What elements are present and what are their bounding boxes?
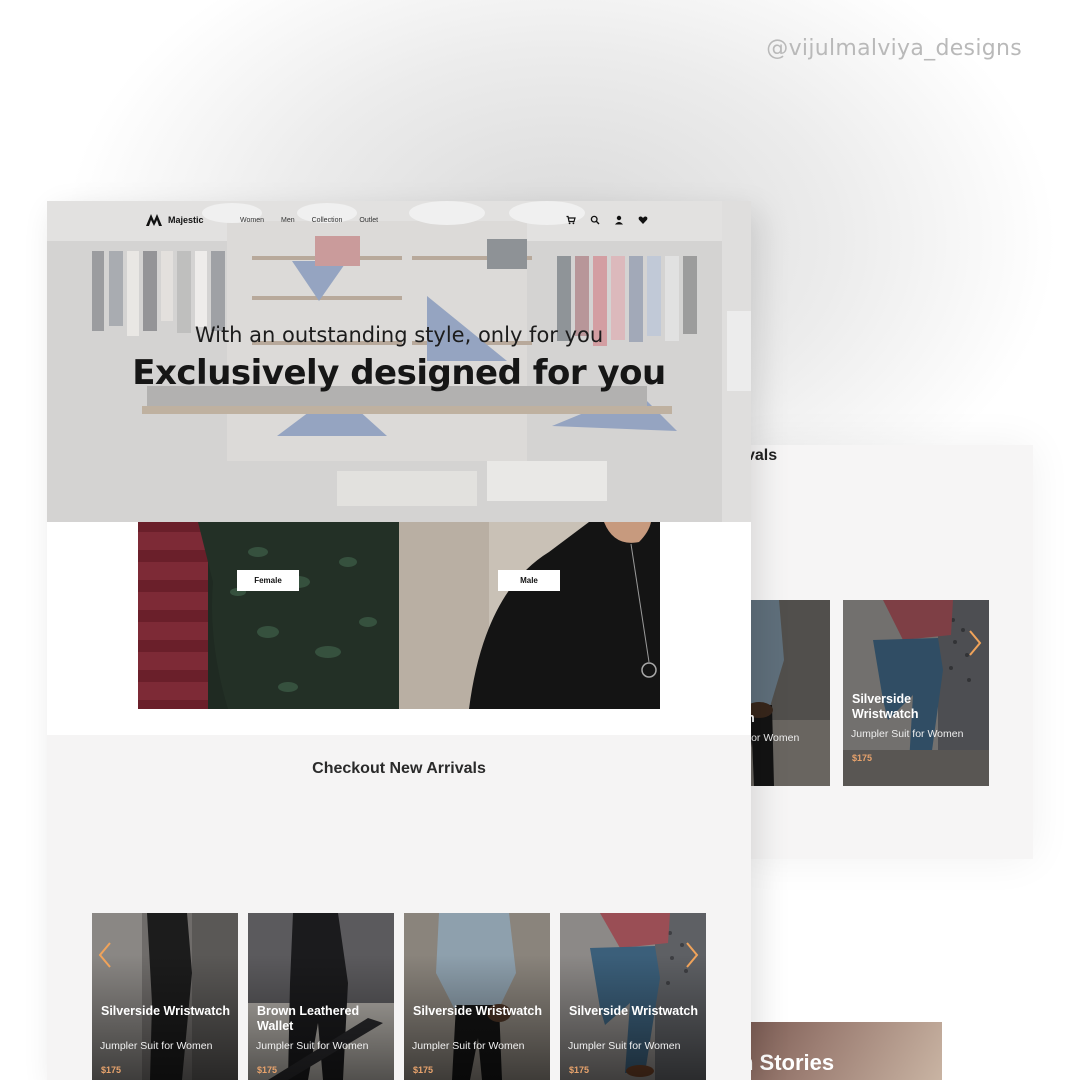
back-card-desc: Jumpler Suit for Women — [851, 728, 964, 740]
heart-icon[interactable] — [638, 215, 648, 225]
search-icon[interactable] — [590, 215, 600, 225]
female-category-photo — [138, 522, 399, 709]
product-description: Jumpler Suit for Women — [412, 1040, 525, 1052]
product-price: $175 — [257, 1065, 278, 1075]
product-card[interactable]: Silverside Wristwatch Jumpler Suit for W… — [92, 913, 238, 1080]
product-description: Jumpler Suit for Women — [256, 1040, 369, 1052]
back-card-name: Silverside Wristwatch — [852, 692, 919, 721]
product-price: $175 — [413, 1065, 434, 1075]
back-mockup-stories-banner: n Stories — [740, 1022, 942, 1080]
product-price: $175 — [569, 1065, 590, 1075]
top-navigation: Majestic Women Men Collection Outlet — [47, 201, 751, 241]
nav-link-women[interactable]: Women — [240, 217, 264, 224]
majestic-logo-icon — [146, 214, 162, 226]
back-product-card[interactable]: ech it for Women — [740, 600, 830, 786]
new-arrivals-carousel: Silverside Wristwatch Jumpler Suit for W… — [92, 913, 706, 1080]
product-description: Jumpler Suit for Women — [568, 1040, 681, 1052]
card-shade — [248, 913, 394, 1080]
brand-logo[interactable]: Majestic — [145, 213, 204, 227]
product-name: Silverside Wristwatch — [101, 1004, 230, 1018]
hero-title: Exclusively designed for you — [132, 353, 666, 393]
chevron-right-icon[interactable] — [684, 940, 700, 970]
category-female[interactable]: Female — [138, 522, 399, 709]
product-price: $175 — [101, 1065, 122, 1075]
back-product-card[interactable]: Silverside Wristwatch Jumpler Suit for W… — [843, 600, 989, 786]
cart-icon[interactable] — [566, 215, 576, 225]
product-name: Silverside Wristwatch — [413, 1004, 542, 1018]
arrivals-section-title: Checkout New Arrivals — [312, 760, 486, 777]
nav-link-outlet[interactable]: Outlet — [359, 217, 378, 224]
product-name: Brown Leathered Wallet — [257, 1004, 360, 1033]
product-card[interactable]: Brown Leathered Wallet Jumpler Suit for … — [248, 913, 394, 1080]
card-shade — [560, 913, 706, 1080]
hero-subtitle: With an outstanding style, only for you — [194, 323, 604, 347]
card-shade — [92, 913, 238, 1080]
chevron-left-icon[interactable] — [97, 940, 113, 970]
nav-icons — [566, 215, 648, 225]
card-shade — [404, 913, 550, 1080]
user-icon[interactable] — [614, 215, 624, 225]
category-section: Female Male — [47, 522, 751, 735]
brand-name: Majestic — [168, 215, 204, 225]
nav-link-men[interactable]: Men — [281, 217, 295, 224]
female-category-button[interactable]: Female — [237, 570, 299, 591]
back-card-price: $175 — [852, 753, 873, 763]
product-card[interactable]: Silverside Wristwatch Jumpler Suit for W… — [404, 913, 550, 1080]
male-category-button[interactable]: Male — [498, 570, 560, 591]
product-card[interactable]: Silverside Wristwatch Jumpler Suit for W… — [560, 913, 706, 1080]
male-category-photo — [399, 522, 660, 709]
hero-section: Majestic Women Men Collection Outlet Wit… — [47, 201, 751, 522]
main-mockup-page: Majestic Women Men Collection Outlet Wit… — [47, 201, 751, 1080]
stories-title-fragment: n Stories — [740, 1050, 835, 1075]
designer-watermark: @vijulmalviya_designs — [766, 36, 1022, 61]
product-description: Jumpler Suit for Women — [100, 1040, 213, 1052]
chevron-right-icon[interactable] — [967, 628, 983, 658]
product-name: Silverside Wristwatch — [569, 1004, 698, 1018]
category-male[interactable]: Male — [399, 522, 660, 709]
nav-links: Women Men Collection Outlet — [240, 217, 378, 224]
product-photo — [740, 600, 830, 786]
nav-link-collection[interactable]: Collection — [312, 217, 343, 224]
back-mockup-arrivals-section: vals ech it for Women Silverside W — [740, 445, 1033, 859]
